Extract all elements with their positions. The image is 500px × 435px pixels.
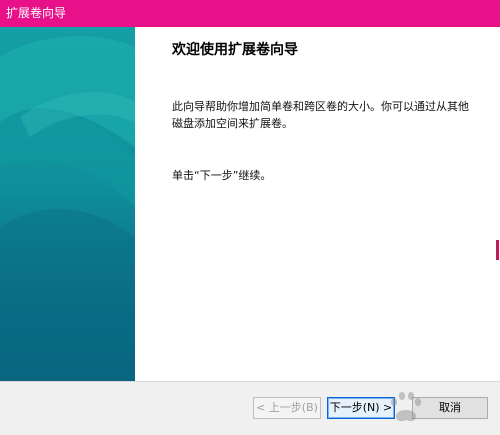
wizard-description: 此向导帮助你增加简单卷和跨区卷的大小。你可以通过从其他磁盘添加空间来扩展卷。 bbox=[172, 100, 469, 130]
window-title: 扩展卷向导 bbox=[6, 6, 67, 20]
next-button[interactable]: 下一步(N) > bbox=[327, 397, 395, 419]
wizard-heading: 欢迎使用扩展卷向导 bbox=[172, 42, 298, 58]
wizard-footer: < 上一步(B) 下一步(N) > 取消 bbox=[0, 382, 500, 435]
extend-volume-wizard-window: 扩展卷向导 欢迎使用扩展卷向导 此向导帮助你增加简单卷和跨区卷的大小。你可以通过… bbox=[0, 0, 500, 435]
wizard-continue-hint: 单击“下一步”继续。 bbox=[172, 169, 272, 182]
wizard-side-banner bbox=[0, 27, 135, 381]
edge-marker bbox=[496, 240, 499, 260]
window-edge bbox=[496, 27, 500, 381]
cancel-button[interactable]: 取消 bbox=[412, 397, 488, 419]
title-bar: 扩展卷向导 bbox=[0, 0, 500, 27]
back-button[interactable]: < 上一步(B) bbox=[253, 397, 321, 419]
banner-graphic bbox=[0, 36, 135, 381]
wizard-content: 欢迎使用扩展卷向导 此向导帮助你增加简单卷和跨区卷的大小。你可以通过从其他磁盘添… bbox=[135, 27, 500, 381]
